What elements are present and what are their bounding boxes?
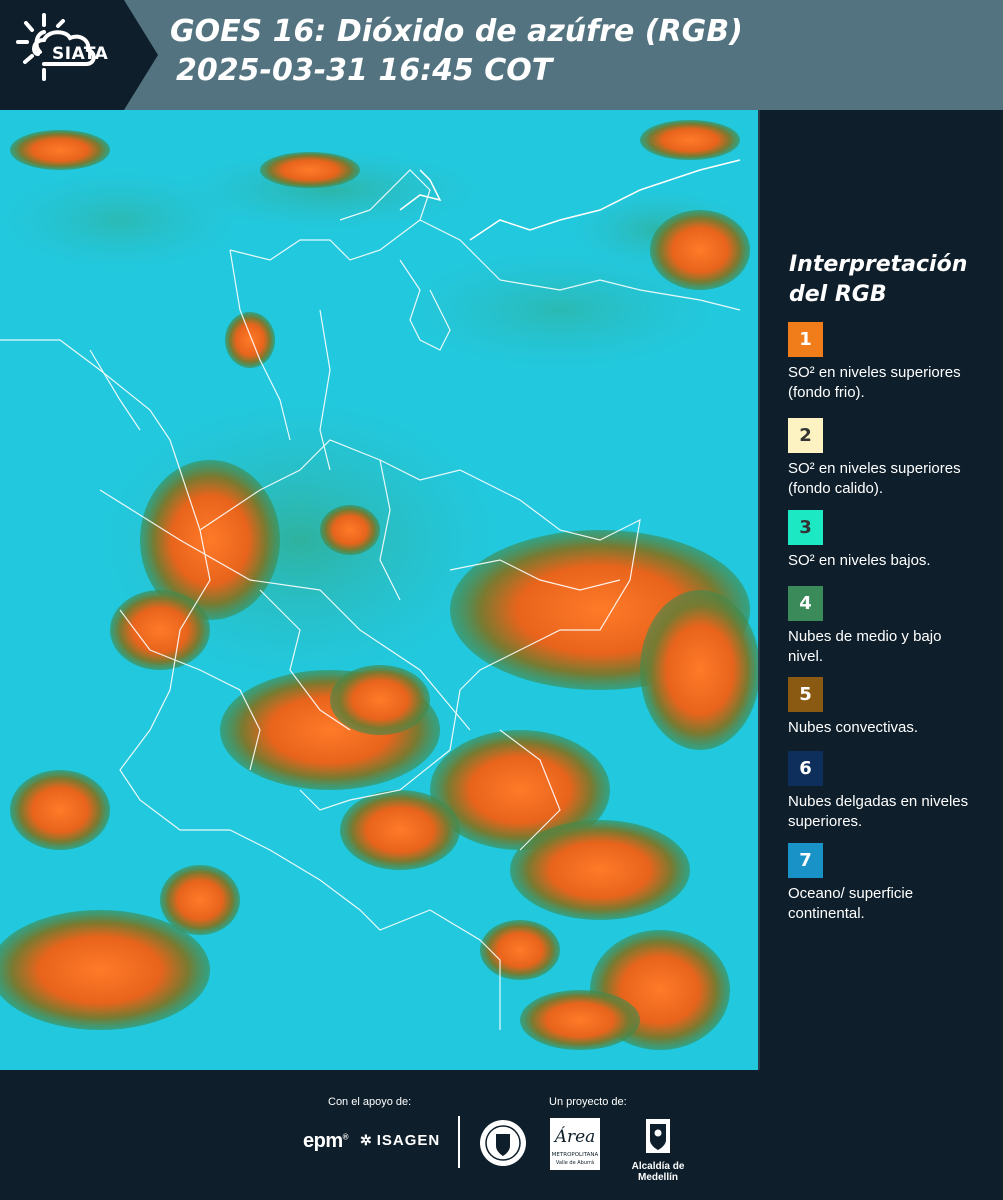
legend-desc-7: Oceano/ superficie continental. bbox=[788, 885, 914, 922]
satellite-image bbox=[0, 110, 758, 1070]
legend-swatch-3: 3 bbox=[788, 510, 823, 545]
legend-item-2: 2 SO² en niveles superiores (fondo calid… bbox=[788, 418, 998, 499]
project-label: Un proyecto de: bbox=[549, 1096, 627, 1108]
header-bar: SIATA GOES 16: Dióxido de azúfre (RGB) 2… bbox=[0, 0, 1003, 110]
medellin-seal-icon bbox=[480, 1120, 526, 1166]
satellite-map[interactable] bbox=[0, 110, 758, 1070]
legend-title-line1: Interpretación bbox=[789, 252, 968, 277]
legend-item-5: 5 Nubes convectivas. bbox=[788, 677, 998, 738]
legend-desc-2: SO² en niveles superiores (fondo calido)… bbox=[788, 460, 961, 497]
legend-desc-1: SO² en niveles superiores (fondo frio). bbox=[788, 364, 961, 401]
isagen-icon: ✲ bbox=[360, 1132, 373, 1148]
area-logo-text: Área bbox=[553, 1126, 596, 1147]
legend-title-line2: del RGB bbox=[789, 282, 887, 307]
alcaldia-medellin-logo: Alcaldía de Medellín bbox=[613, 1118, 703, 1183]
legend-item-3: 3 SO² en niveles bajos. bbox=[788, 510, 998, 571]
legend-item-4: 4 Nubes de medio y bajo nivel. bbox=[788, 586, 998, 667]
legend-item-1: 1 SO² en niveles superiores (fondo frio)… bbox=[788, 322, 998, 403]
area-metropolitana-logo: Área METROPOLITANA Valle de Aburrá bbox=[550, 1118, 600, 1175]
alcaldia-shield-icon bbox=[646, 1119, 670, 1153]
epm-logo-text: epm bbox=[303, 1130, 343, 1152]
area-logo-subtitle2: Valle de Aburrá bbox=[556, 1159, 594, 1166]
support-label: Con el apoyo de: bbox=[328, 1096, 412, 1108]
area-metropolitana-icon: Área METROPOLITANA Valle de Aburrá bbox=[550, 1118, 600, 1170]
legend-desc-6: Nubes delgadas en niveles superiores. bbox=[788, 793, 969, 830]
footer-divider bbox=[458, 1116, 460, 1168]
legend-swatch-6: 6 bbox=[788, 751, 823, 786]
isagen-logo-text: ISAGEN bbox=[376, 1132, 441, 1149]
legend-desc-3: SO² en niveles bajos. bbox=[788, 552, 931, 569]
legend-panel: Interpretación del RGB 1 SO² en niveles … bbox=[760, 110, 1003, 1070]
footer: Con el apoyo de: Un proyecto de: epm® ✲ … bbox=[0, 1070, 1003, 1200]
legend-item-6: 6 Nubes delgadas en niveles superiores. bbox=[788, 751, 998, 832]
legend-desc-4: Nubes de medio y bajo nivel. bbox=[788, 628, 942, 665]
page-timestamp: 2025-03-31 16:45 COT bbox=[176, 53, 553, 88]
legend-swatch-4: 4 bbox=[788, 586, 823, 621]
page-title: GOES 16: Dióxido de azúfre (RGB) bbox=[170, 14, 743, 49]
area-logo-subtitle: METROPOLITANA bbox=[552, 1152, 599, 1158]
siata-logo-panel: SIATA bbox=[0, 0, 158, 110]
isagen-logo: ✲ ISAGEN bbox=[360, 1132, 440, 1149]
legend-swatch-5: 5 bbox=[788, 677, 823, 712]
legend-title: Interpretación del RGB bbox=[789, 250, 989, 310]
legend-item-7: 7 Oceano/ superficie continental. bbox=[788, 843, 998, 924]
legend-swatch-7: 7 bbox=[788, 843, 823, 878]
alcaldia-text: Alcaldía de Medellín bbox=[631, 1161, 685, 1183]
legend-desc-5: Nubes convectivas. bbox=[788, 719, 919, 736]
siata-logo-text: SIATA bbox=[52, 44, 109, 64]
legend-swatch-2: 2 bbox=[788, 418, 823, 453]
epm-logo: epm® bbox=[303, 1130, 349, 1152]
legend-swatch-1: 1 bbox=[788, 322, 823, 357]
